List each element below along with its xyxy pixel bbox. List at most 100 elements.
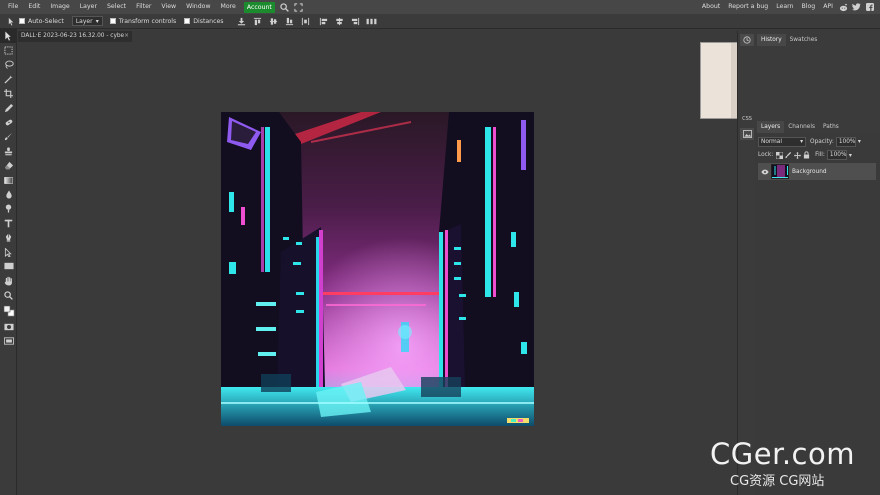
layer-thumbnail xyxy=(771,164,789,179)
panel-icon-strip: CSS xyxy=(737,31,755,495)
tab-channels[interactable]: Channels xyxy=(784,121,819,133)
tab-history[interactable]: History xyxy=(757,34,786,46)
menu-select[interactable]: Select xyxy=(102,0,131,14)
hand-icon xyxy=(4,276,12,286)
transform-controls-box[interactable] xyxy=(109,18,116,24)
path-select-tool[interactable] xyxy=(0,245,17,259)
brush-tool[interactable] xyxy=(0,130,17,144)
move-tool[interactable] xyxy=(0,29,17,44)
menu-file[interactable]: File xyxy=(3,0,23,14)
eraser-tool[interactable] xyxy=(0,159,17,173)
marquee-icon xyxy=(4,46,13,55)
shape-tool[interactable] xyxy=(0,259,17,273)
link-blog[interactable]: Blog xyxy=(798,0,820,14)
history-swatches-tabs: History Swatches xyxy=(757,34,821,46)
canvas-image[interactable] xyxy=(221,112,534,426)
menu-window[interactable]: Window xyxy=(181,0,215,14)
menu-layer[interactable]: Layer xyxy=(75,0,102,14)
menu-filter[interactable]: Filter xyxy=(131,0,156,14)
menu-edit[interactable]: Edit xyxy=(23,0,45,14)
healing-brush-tool[interactable] xyxy=(0,115,17,129)
lasso-icon xyxy=(4,61,14,70)
distribute-icon[interactable] xyxy=(300,15,312,27)
download-icon[interactable] xyxy=(236,15,248,27)
quick-mask-tool[interactable] xyxy=(0,319,17,333)
crop-tool[interactable] xyxy=(0,87,17,101)
fill-label: Fill: xyxy=(815,152,825,158)
pen-tool[interactable] xyxy=(0,230,17,244)
lock-all-icon[interactable] xyxy=(802,151,810,159)
align-left-icon[interactable] xyxy=(318,15,330,27)
tab-swatches[interactable]: Swatches xyxy=(786,34,822,46)
align-middle-icon[interactable] xyxy=(268,15,280,27)
marquee-tool[interactable] xyxy=(0,43,17,57)
menu-view[interactable]: View xyxy=(156,0,181,14)
align-right-icon[interactable] xyxy=(350,15,362,27)
gradient-tool[interactable] xyxy=(0,173,17,187)
align-center-icon[interactable] xyxy=(334,15,346,27)
align-top-icon[interactable] xyxy=(252,15,264,27)
history-icon xyxy=(743,36,751,44)
document-tab-title: DALL·E 2023-06-23 16.32.00 - cybe xyxy=(21,33,125,39)
facebook-icon[interactable] xyxy=(863,0,876,14)
css-panel-toggle[interactable]: CSS xyxy=(738,113,756,125)
tab-layers[interactable]: Layers xyxy=(757,121,785,133)
opacity-dropdown-icon[interactable]: ▾ xyxy=(858,138,861,145)
auto-select-checkbox[interactable]: Auto-Select xyxy=(19,18,64,25)
blend-row: Normal ▾ Opacity: 100% ▾ xyxy=(758,136,861,147)
document-tab[interactable]: DALL·E 2023-06-23 16.32.00 - cybe × xyxy=(18,31,132,42)
move-tool-preset-icon[interactable] xyxy=(5,15,17,27)
distances-label: Distances xyxy=(193,17,224,25)
link-learn[interactable]: Learn xyxy=(772,0,797,14)
lock-position-icon[interactable] xyxy=(793,151,801,159)
path-select-icon xyxy=(4,247,12,257)
eyedropper-tool[interactable] xyxy=(0,101,17,115)
link-api[interactable]: API xyxy=(819,0,837,14)
eye-icon[interactable] xyxy=(760,169,769,175)
pen-icon xyxy=(5,233,12,242)
align-bottom-icon[interactable] xyxy=(284,15,296,27)
blend-mode-select[interactable]: Normal ▾ xyxy=(758,136,806,147)
history-panel-toggle[interactable] xyxy=(740,34,754,46)
right-panels: History Swatches Layers Channels Paths N… xyxy=(755,31,880,495)
color-swatches[interactable] xyxy=(0,302,17,319)
dodge-tool[interactable] xyxy=(0,202,17,216)
opacity-input[interactable]: 100% xyxy=(835,136,856,147)
bandage-icon xyxy=(5,119,12,126)
screen-mode-tool[interactable] xyxy=(0,334,17,348)
account-button[interactable]: Account xyxy=(243,1,275,13)
distribute-horizontal-icon[interactable] xyxy=(366,15,378,27)
lock-transparency-icon[interactable] xyxy=(775,151,783,159)
transform-controls-checkbox[interactable]: Transform controls xyxy=(109,18,176,25)
fill-dropdown-icon[interactable]: ▾ xyxy=(849,152,852,159)
fill-input[interactable]: 100% xyxy=(826,150,847,160)
zoom-icon xyxy=(4,291,13,300)
search-icon[interactable] xyxy=(278,0,292,14)
twitter-icon[interactable] xyxy=(850,0,863,14)
layer-select-dropdown[interactable]: Layer ▾ xyxy=(71,16,103,26)
clone-stamp-tool[interactable] xyxy=(0,144,17,158)
link-about[interactable]: About xyxy=(698,0,724,14)
auto-select-box[interactable] xyxy=(19,18,25,24)
image-panel-toggle[interactable] xyxy=(740,128,754,140)
blur-tool[interactable] xyxy=(0,187,17,201)
tab-paths[interactable]: Paths xyxy=(819,121,843,133)
lasso-tool[interactable] xyxy=(0,58,17,72)
rectangle-icon xyxy=(3,263,14,270)
magic-wand-tool[interactable] xyxy=(0,72,17,86)
link-report-bug[interactable]: Report a bug xyxy=(724,0,772,14)
zoom-tool[interactable] xyxy=(0,288,17,302)
type-tool[interactable] xyxy=(0,216,17,230)
close-icon[interactable]: × xyxy=(124,31,129,42)
layer-row[interactable]: Background xyxy=(758,163,876,180)
distances-box[interactable] xyxy=(184,18,191,24)
distances-checkbox[interactable]: Distances xyxy=(184,17,224,25)
hand-tool[interactable] xyxy=(0,274,17,288)
layer-name: Background xyxy=(792,168,827,175)
menu-bar: File Edit Image Layer Select Filter View… xyxy=(0,0,880,14)
fullscreen-icon[interactable] xyxy=(292,0,306,14)
lock-pixels-icon[interactable] xyxy=(784,151,792,159)
menu-more[interactable]: More xyxy=(216,0,241,14)
menu-image[interactable]: Image xyxy=(45,0,74,14)
reddit-icon[interactable] xyxy=(837,0,850,14)
